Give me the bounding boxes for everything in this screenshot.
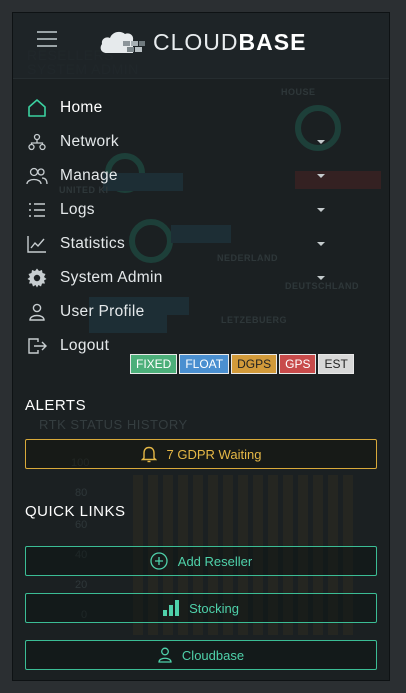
nav-menu: Home Network Manage Logs Statistics Syst…: [21, 91, 381, 363]
status-chip-fixed: FIXED: [130, 354, 178, 374]
status-chip-float: FLOAT: [179, 354, 230, 374]
menu-item-user-profile[interactable]: User Profile: [21, 295, 381, 329]
brand-name: CLOUDBASE: [153, 28, 307, 55]
add-reseller-label: Add Reseller: [177, 553, 253, 569]
menu-label: Home: [60, 99, 103, 116]
user-icon: [158, 647, 172, 663]
menu-item-network[interactable]: Network: [21, 125, 381, 159]
status-chip-est: EST: [318, 354, 354, 374]
menu-label: Statistics: [60, 235, 126, 252]
hamburger-icon[interactable]: [37, 31, 57, 47]
logout-icon: [25, 334, 49, 358]
gdpr-waiting-label: 7 GDPR Waiting: [166, 446, 262, 462]
alerts-heading: ALERTS: [25, 397, 87, 414]
users-icon: [25, 164, 49, 188]
brand-logo[interactable]: CLOUDBASE: [99, 27, 306, 57]
signal-bars-icon: [163, 600, 180, 616]
chevron-down-icon[interactable]: [317, 242, 325, 246]
menu-label: System Admin: [60, 269, 163, 286]
menu-label: Network: [60, 133, 119, 150]
menu-item-home[interactable]: Home: [21, 91, 381, 125]
menu-label: User Profile: [60, 303, 145, 320]
menu-item-manage[interactable]: Manage: [21, 159, 381, 193]
network-icon: [25, 130, 49, 154]
cloudbase-button[interactable]: Cloudbase: [25, 640, 377, 670]
menu-item-system-admin[interactable]: System Admin: [21, 261, 381, 295]
stocking-button[interactable]: Stocking: [25, 593, 377, 623]
menu-item-logs[interactable]: Logs: [21, 193, 381, 227]
chevron-down-icon[interactable]: [317, 208, 325, 212]
cloud-logo-icon: [100, 31, 145, 53]
status-chip-gps: GPS: [279, 354, 317, 374]
gdpr-waiting-button[interactable]: 7 GDPR Waiting: [25, 439, 377, 469]
bell-icon: [140, 446, 157, 463]
menu-label: Logs: [60, 201, 95, 218]
chevron-down-icon[interactable]: [317, 276, 325, 280]
top-bar: CLOUDBASE: [13, 13, 389, 79]
menu-label: Manage: [60, 167, 118, 184]
chart-icon: [25, 232, 49, 256]
list-icon: [25, 198, 49, 222]
menu-label: Logout: [60, 337, 110, 354]
plus-circle-icon: [150, 552, 168, 570]
user-icon: [25, 300, 49, 324]
stocking-label: Stocking: [189, 600, 239, 616]
chevron-down-icon[interactable]: [317, 140, 325, 144]
add-reseller-button[interactable]: Add Reseller: [25, 546, 377, 576]
home-icon: [25, 96, 49, 120]
menu-item-statistics[interactable]: Statistics: [21, 227, 381, 261]
rtk-status-legend: FIXED FLOAT DGPS GPS EST: [130, 354, 354, 374]
chevron-down-icon[interactable]: [317, 174, 325, 178]
cloudbase-label: Cloudbase: [181, 647, 245, 663]
app-frame: RESELLERS SYSTEM ADMIN HOUSE UNITED KI N…: [12, 12, 390, 681]
gear-icon: [25, 266, 49, 290]
quick-links-heading: QUICK LINKS: [25, 503, 126, 520]
status-chip-dgps: DGPS: [231, 354, 278, 374]
